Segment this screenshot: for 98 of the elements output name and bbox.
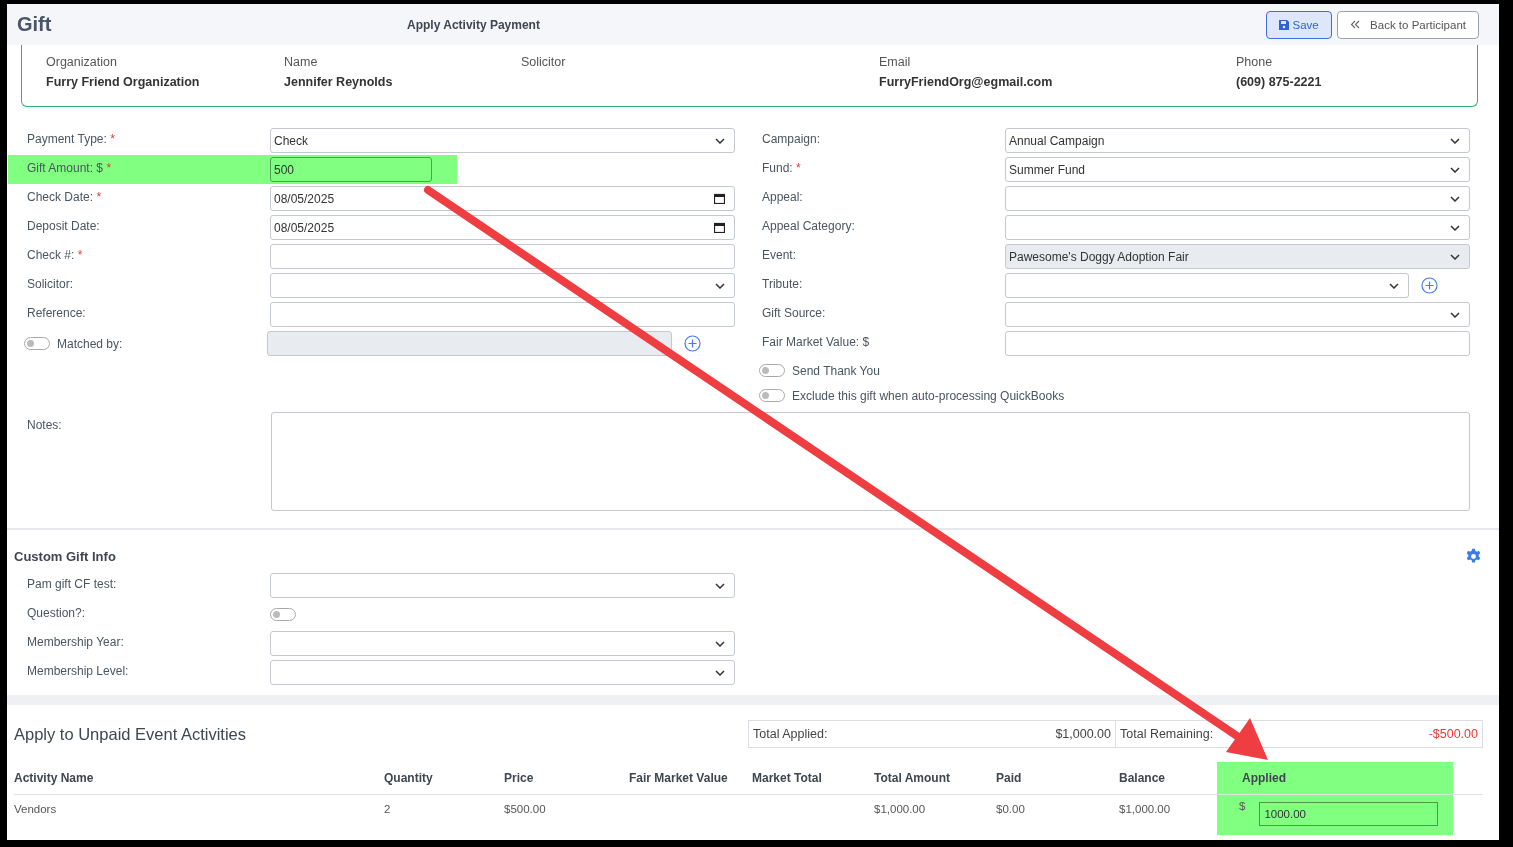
column-header: Quantity [384,762,504,795]
field-label: Membership Level: [27,663,130,678]
add-circle-icon[interactable] [684,335,701,352]
section-title: Custom Gift Info [14,549,116,564]
date-field[interactable]: 08/05/2025 [270,215,735,240]
field-label: Matched by: [57,336,123,351]
field-label: Payment Type: * [27,131,116,146]
field-label: Appeal: [762,189,804,204]
field-label: Membership Year: [27,634,125,649]
total-label: Total Remaining: [1120,727,1214,741]
total-label: Total Applied: [753,727,828,741]
column-header: Total Amount [874,762,996,795]
add-circle-icon[interactable] [1421,277,1438,294]
info-value: Furry Friend Organization [46,75,201,89]
select-field[interactable] [1005,186,1470,211]
info-value: (609) 875-2221 [1236,75,1323,89]
field-label: Reference: [27,305,87,320]
column-header: Market Total [752,762,874,795]
info-label: Phone [1236,55,1274,69]
toggle-switch[interactable] [270,608,296,621]
text-field[interactable]: 500 [270,157,432,182]
chevron-down-icon [715,582,725,589]
info-label: Name [284,55,319,69]
column-header: Activity Name [14,762,384,795]
chevron-down-icon [1389,282,1399,289]
field-label: Check #: * [27,247,84,262]
total-value: $1,000.00 [1055,727,1111,741]
info-value: Jennifer Reynolds [284,75,394,89]
info-value: FurryFriendOrg@egmail.com [879,75,1054,89]
chevron-down-icon [1450,166,1460,173]
select-field[interactable]: Summer Fund [1005,157,1470,182]
field-label: Deposit Date: [27,218,101,233]
field-label: Fair Market Value: $ [762,334,871,349]
field-label: Tribute: [762,276,804,291]
field-label: Gift Source: [762,305,827,320]
text-field[interactable] [270,302,735,327]
settings-icon[interactable] [1465,548,1482,565]
notes-textarea[interactable] [271,412,1470,511]
column-header: Applied [1217,762,1453,795]
toggle-switch[interactable] [759,389,785,402]
table-cell: 2 [384,803,391,815]
page-subtitle: Apply Activity Payment [407,17,541,32]
save-button[interactable]: Save [1265,10,1332,39]
toggle-label: Send Thank You [792,363,880,378]
currency-symbol: $ [1239,800,1246,812]
field-label: Event: [762,247,798,262]
table-cell: Vendors [14,803,57,815]
table-cell: $1,000.00 [1119,803,1171,815]
page-title: Gift [17,13,53,36]
section-title: Apply to Unpaid Event Activities [14,724,248,744]
select-field[interactable] [270,273,735,298]
chevron-down-icon [715,137,725,144]
date-field[interactable]: 08/05/2025 [270,186,735,211]
chevron-down-icon [1450,311,1460,318]
table-cell: $1,000.00 [874,803,926,815]
text-field[interactable] [1005,331,1470,356]
field-label: Notes: [27,417,63,432]
toggle-switch[interactable] [759,364,785,377]
back-button[interactable]: Back to Participant [1336,10,1479,39]
select-field[interactable]: Annual Campaign [1005,128,1470,153]
chevron-down-icon [715,640,725,647]
applied-input[interactable]: 1000.00 [1259,802,1439,826]
select-field[interactable] [1005,302,1470,327]
calendar-icon [714,193,725,204]
total-value: -$500.00 [1428,727,1478,741]
field-label: Solicitor: [27,276,74,291]
chevron-down-icon [715,669,725,676]
chevron-down-icon [715,282,725,289]
table-cell: $500.00 [504,803,546,815]
calendar-icon [714,222,725,233]
info-label: Solicitor [521,55,567,69]
column-header: Fair Market Value [629,762,752,795]
field-label: Question?: [27,605,87,620]
table-cell: $0.00 [996,803,1025,815]
chevron-down-icon [1450,195,1460,202]
field-label: Check Date: * [27,189,103,204]
double-chevron-left-icon [1349,20,1360,29]
field-label: Gift Amount: $ * [27,160,113,175]
select-field[interactable] [1005,215,1470,240]
chevron-down-icon [1450,253,1460,260]
select-field[interactable] [270,573,735,598]
save-icon [1278,19,1289,30]
field-label: Fund: * [762,160,802,175]
select-field[interactable] [270,660,735,685]
chevron-down-icon [1450,137,1460,144]
info-label: Organization [46,55,118,69]
chevron-down-icon [1450,224,1460,231]
field-label: Appeal Category: [762,218,856,233]
column-header: Paid [996,762,1119,795]
field-label: Pam gift CF test: [27,576,118,591]
info-label: Email [879,55,912,69]
select-field[interactable] [1005,273,1409,298]
column-header: Price [504,762,629,795]
toggle-label: Exclude this gift when auto-processing QuickBooks [792,388,1065,403]
select-field[interactable]: Check [270,128,735,153]
field-label: Campaign: [762,131,822,146]
select-field[interactable] [270,631,735,656]
text-field[interactable] [270,244,735,269]
